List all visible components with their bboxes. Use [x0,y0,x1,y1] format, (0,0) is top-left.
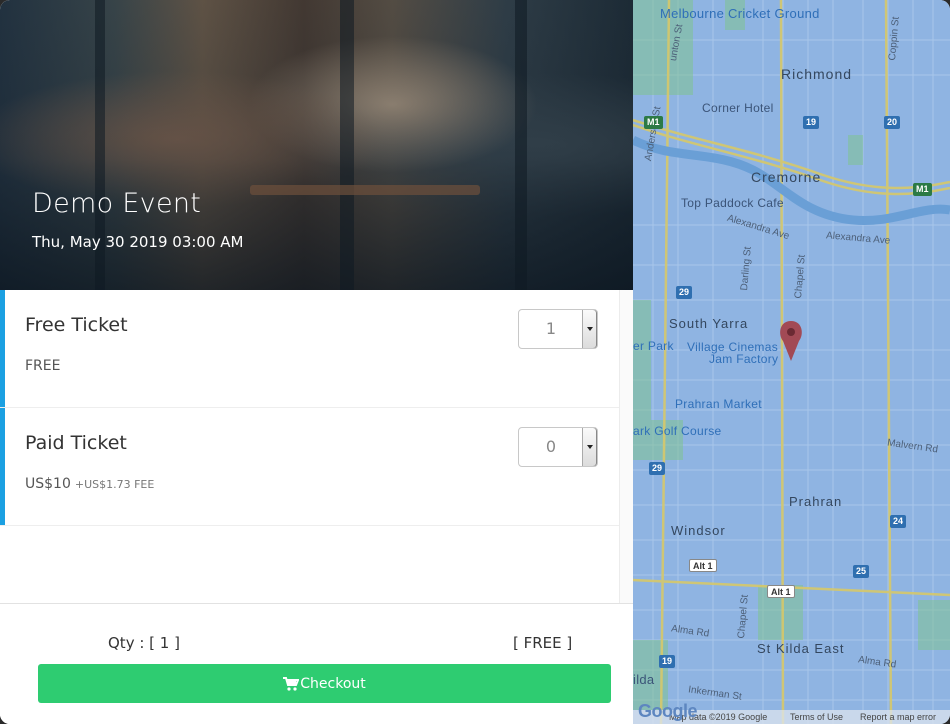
order-total: [ FREE ] [513,634,573,652]
dropdown-arrow-icon[interactable] [582,310,597,348]
map-label: Windsor [671,523,726,538]
event-title: Demo Event [32,188,202,219]
map-label: Top Paddock Cafe [681,196,784,210]
ticket-price-value: US$10 [25,476,71,492]
road-shield: 20 [884,116,901,129]
event-hero-image: Demo Event Thu, May 30 2019 03:00 AM [0,0,633,290]
map-label: St Kilda East [757,641,845,656]
map-label: Cremorne [751,169,822,185]
road-shield: M1 [644,116,663,129]
ticket-price-value: FREE [25,358,61,374]
ticket-item: Paid Ticket US$10 +US$1.73 FEE 0 [0,408,619,526]
ticket-name: Paid Ticket [25,432,127,454]
map-label: Jam Factory [709,352,779,366]
ticket-quantity-select[interactable]: 1 [518,309,598,349]
ticket-price: FREE [25,358,60,374]
map-report-link[interactable]: Report a map error [860,712,936,722]
map-label: Corner Hotel [702,101,774,115]
cart-icon [283,676,300,691]
event-datetime: Thu, May 30 2019 03:00 AM [32,233,244,251]
checkout-button[interactable]: Checkout [38,664,611,703]
ticket-accent-bar [0,290,5,407]
event-location-map[interactable]: Melbourne Cricket Ground Richmond Corner… [633,0,950,724]
road-shield: Alt 1 [689,559,717,572]
road-shield: 29 [676,286,693,299]
dropdown-arrow-icon[interactable] [582,428,597,466]
ticket-item: Free Ticket FREE 1 [0,290,619,408]
ticket-accent-bar [0,408,5,525]
road-shield: 29 [649,462,666,475]
map-label: ark Golf Course [633,424,722,438]
map-label: ilda [633,672,655,687]
road-shield: 19 [803,116,820,129]
ticket-quantity-value: 1 [545,319,557,338]
map-label: Melbourne Cricket Ground [660,6,820,21]
road-shield: 19 [659,655,676,668]
road-shield: 24 [890,515,907,528]
ticket-quantity-select[interactable]: 0 [518,427,598,467]
road-shield: 25 [853,565,870,578]
road-shield: M1 [913,183,932,196]
event-widget: Demo Event Thu, May 30 2019 03:00 AM Fre… [0,0,950,724]
road-shield: Alt 1 [767,585,795,598]
ticket-quantity-value: 0 [545,437,557,456]
ticket-fee: +US$1.73 FEE [74,478,155,491]
ticket-list: Free Ticket FREE 1 Paid Ticket US$10 +US$… [0,290,619,603]
order-summary: Qty : [ 1 ] [ FREE ] Checkout [0,603,633,724]
ticket-price: US$10 +US$1.73 FEE [25,476,154,492]
map-label: Richmond [781,66,853,82]
ticket-list-scrollbar[interactable] [619,290,633,603]
ticket-name: Free Ticket [25,314,128,336]
order-quantity: Qty : [ 1 ] [108,634,180,652]
map-label: South Yarra [669,316,749,331]
map-roads [633,0,950,724]
google-logo: Google [638,701,698,721]
map-label: er Park [633,339,674,353]
map-label: Prahran Market [675,397,762,411]
map-label: Prahran [789,494,843,509]
checkout-label: Checkout [300,675,366,692]
ticket-panel: Demo Event Thu, May 30 2019 03:00 AM Fre… [0,0,633,724]
map-terms-link[interactable]: Terms of Use [790,712,843,722]
